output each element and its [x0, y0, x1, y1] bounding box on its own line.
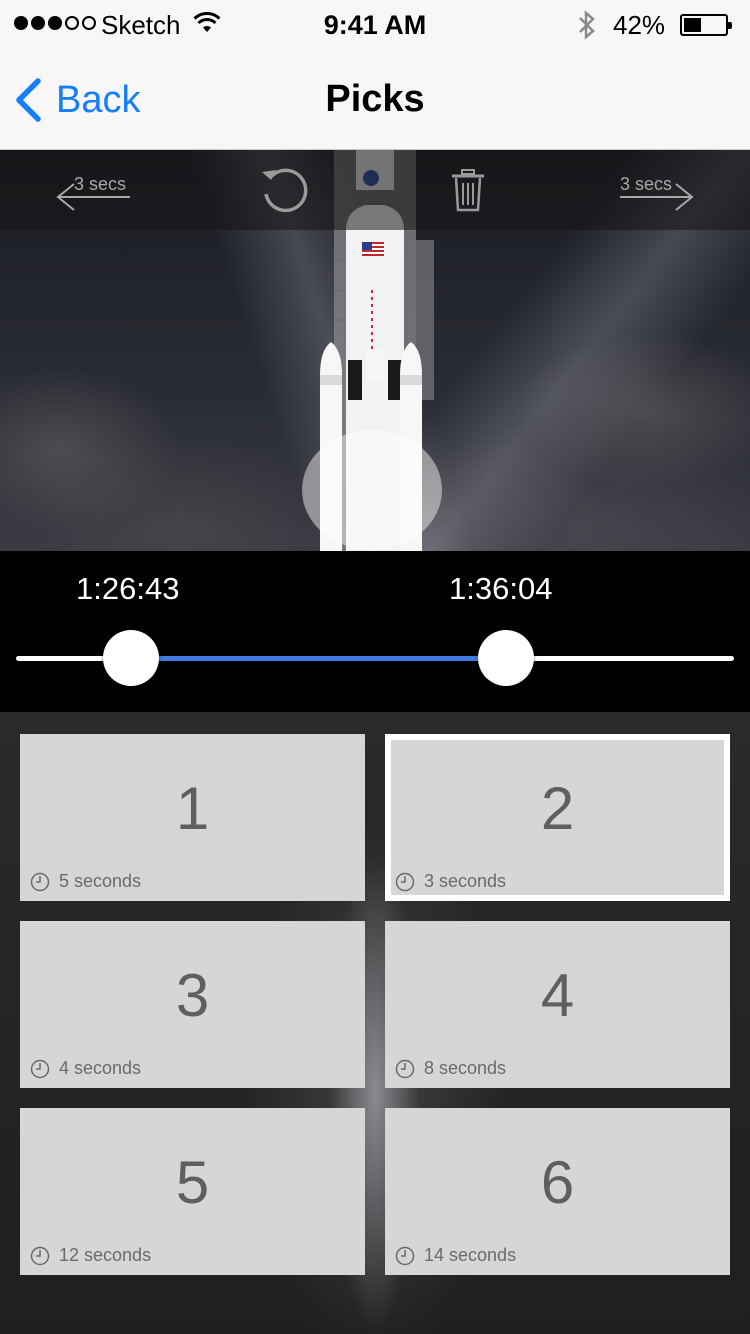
- page-title: Picks: [325, 78, 425, 120]
- video-preview[interactable]: 3 secs 3 secs: [0, 150, 750, 551]
- pick-tile-5[interactable]: 5 12 seconds: [20, 1108, 365, 1275]
- pick-duration: 5 seconds: [30, 871, 141, 892]
- status-bar: Sketch 9:41 AM 42%: [0, 0, 750, 50]
- selected-range: [131, 656, 506, 661]
- video-toolbar: 3 secs 3 secs: [0, 150, 750, 230]
- pick-tile-4[interactable]: 4 8 seconds: [385, 921, 730, 1088]
- delete-button[interactable]: [442, 160, 494, 220]
- pick-number: 5: [175, 1149, 210, 1216]
- end-handle[interactable]: [478, 630, 534, 686]
- pick-number: 2: [540, 775, 575, 842]
- clock-icon: [30, 872, 50, 891]
- pick-tile-6[interactable]: 6 14 seconds: [385, 1108, 730, 1275]
- pick-duration: 4 seconds: [30, 1058, 141, 1079]
- picks-grid: 1 5 seconds 2 3 seconds 3 4 seconds 4 8 …: [0, 712, 750, 1334]
- pick-tile-1[interactable]: 1 5 seconds: [20, 734, 365, 901]
- pick-number: 4: [540, 962, 575, 1029]
- pick-duration: 8 seconds: [395, 1058, 506, 1079]
- pick-duration: 14 seconds: [395, 1245, 516, 1266]
- pick-number: 1: [175, 775, 210, 842]
- end-timecode: 1:36:04: [449, 571, 553, 606]
- clock-icon: [30, 1059, 50, 1078]
- pick-number: 3: [175, 962, 210, 1029]
- battery-percentage: 42%: [613, 10, 666, 40]
- pick-tile-2[interactable]: 2 3 seconds: [385, 734, 730, 901]
- undo-icon: [262, 168, 308, 213]
- clock-icon: [395, 872, 415, 891]
- undo-button[interactable]: [252, 160, 316, 220]
- bluetooth-icon: [576, 9, 598, 46]
- clock-icon: [30, 1246, 50, 1265]
- right-arrow-icon: [620, 183, 694, 211]
- rewind-3-secs-button[interactable]: 3 secs: [54, 160, 134, 220]
- battery-icon: [680, 14, 732, 36]
- pick-number: 6: [540, 1149, 575, 1216]
- pick-duration: 3 seconds: [395, 871, 506, 892]
- start-handle[interactable]: [103, 630, 159, 686]
- clock-icon: [395, 1246, 415, 1265]
- clock-icon: [395, 1059, 415, 1078]
- left-arrow-icon: [56, 183, 130, 211]
- navigation-bar: Back Picks: [0, 50, 750, 150]
- trash-icon: [452, 169, 484, 212]
- start-timecode: 1:26:43: [76, 571, 180, 606]
- pick-tile-3[interactable]: 3 4 seconds: [20, 921, 365, 1088]
- trim-scrubber: 1:26:43 1:36:04: [0, 551, 750, 712]
- forward-3-secs-button[interactable]: 3 secs: [616, 160, 696, 220]
- pick-duration: 12 seconds: [30, 1245, 151, 1266]
